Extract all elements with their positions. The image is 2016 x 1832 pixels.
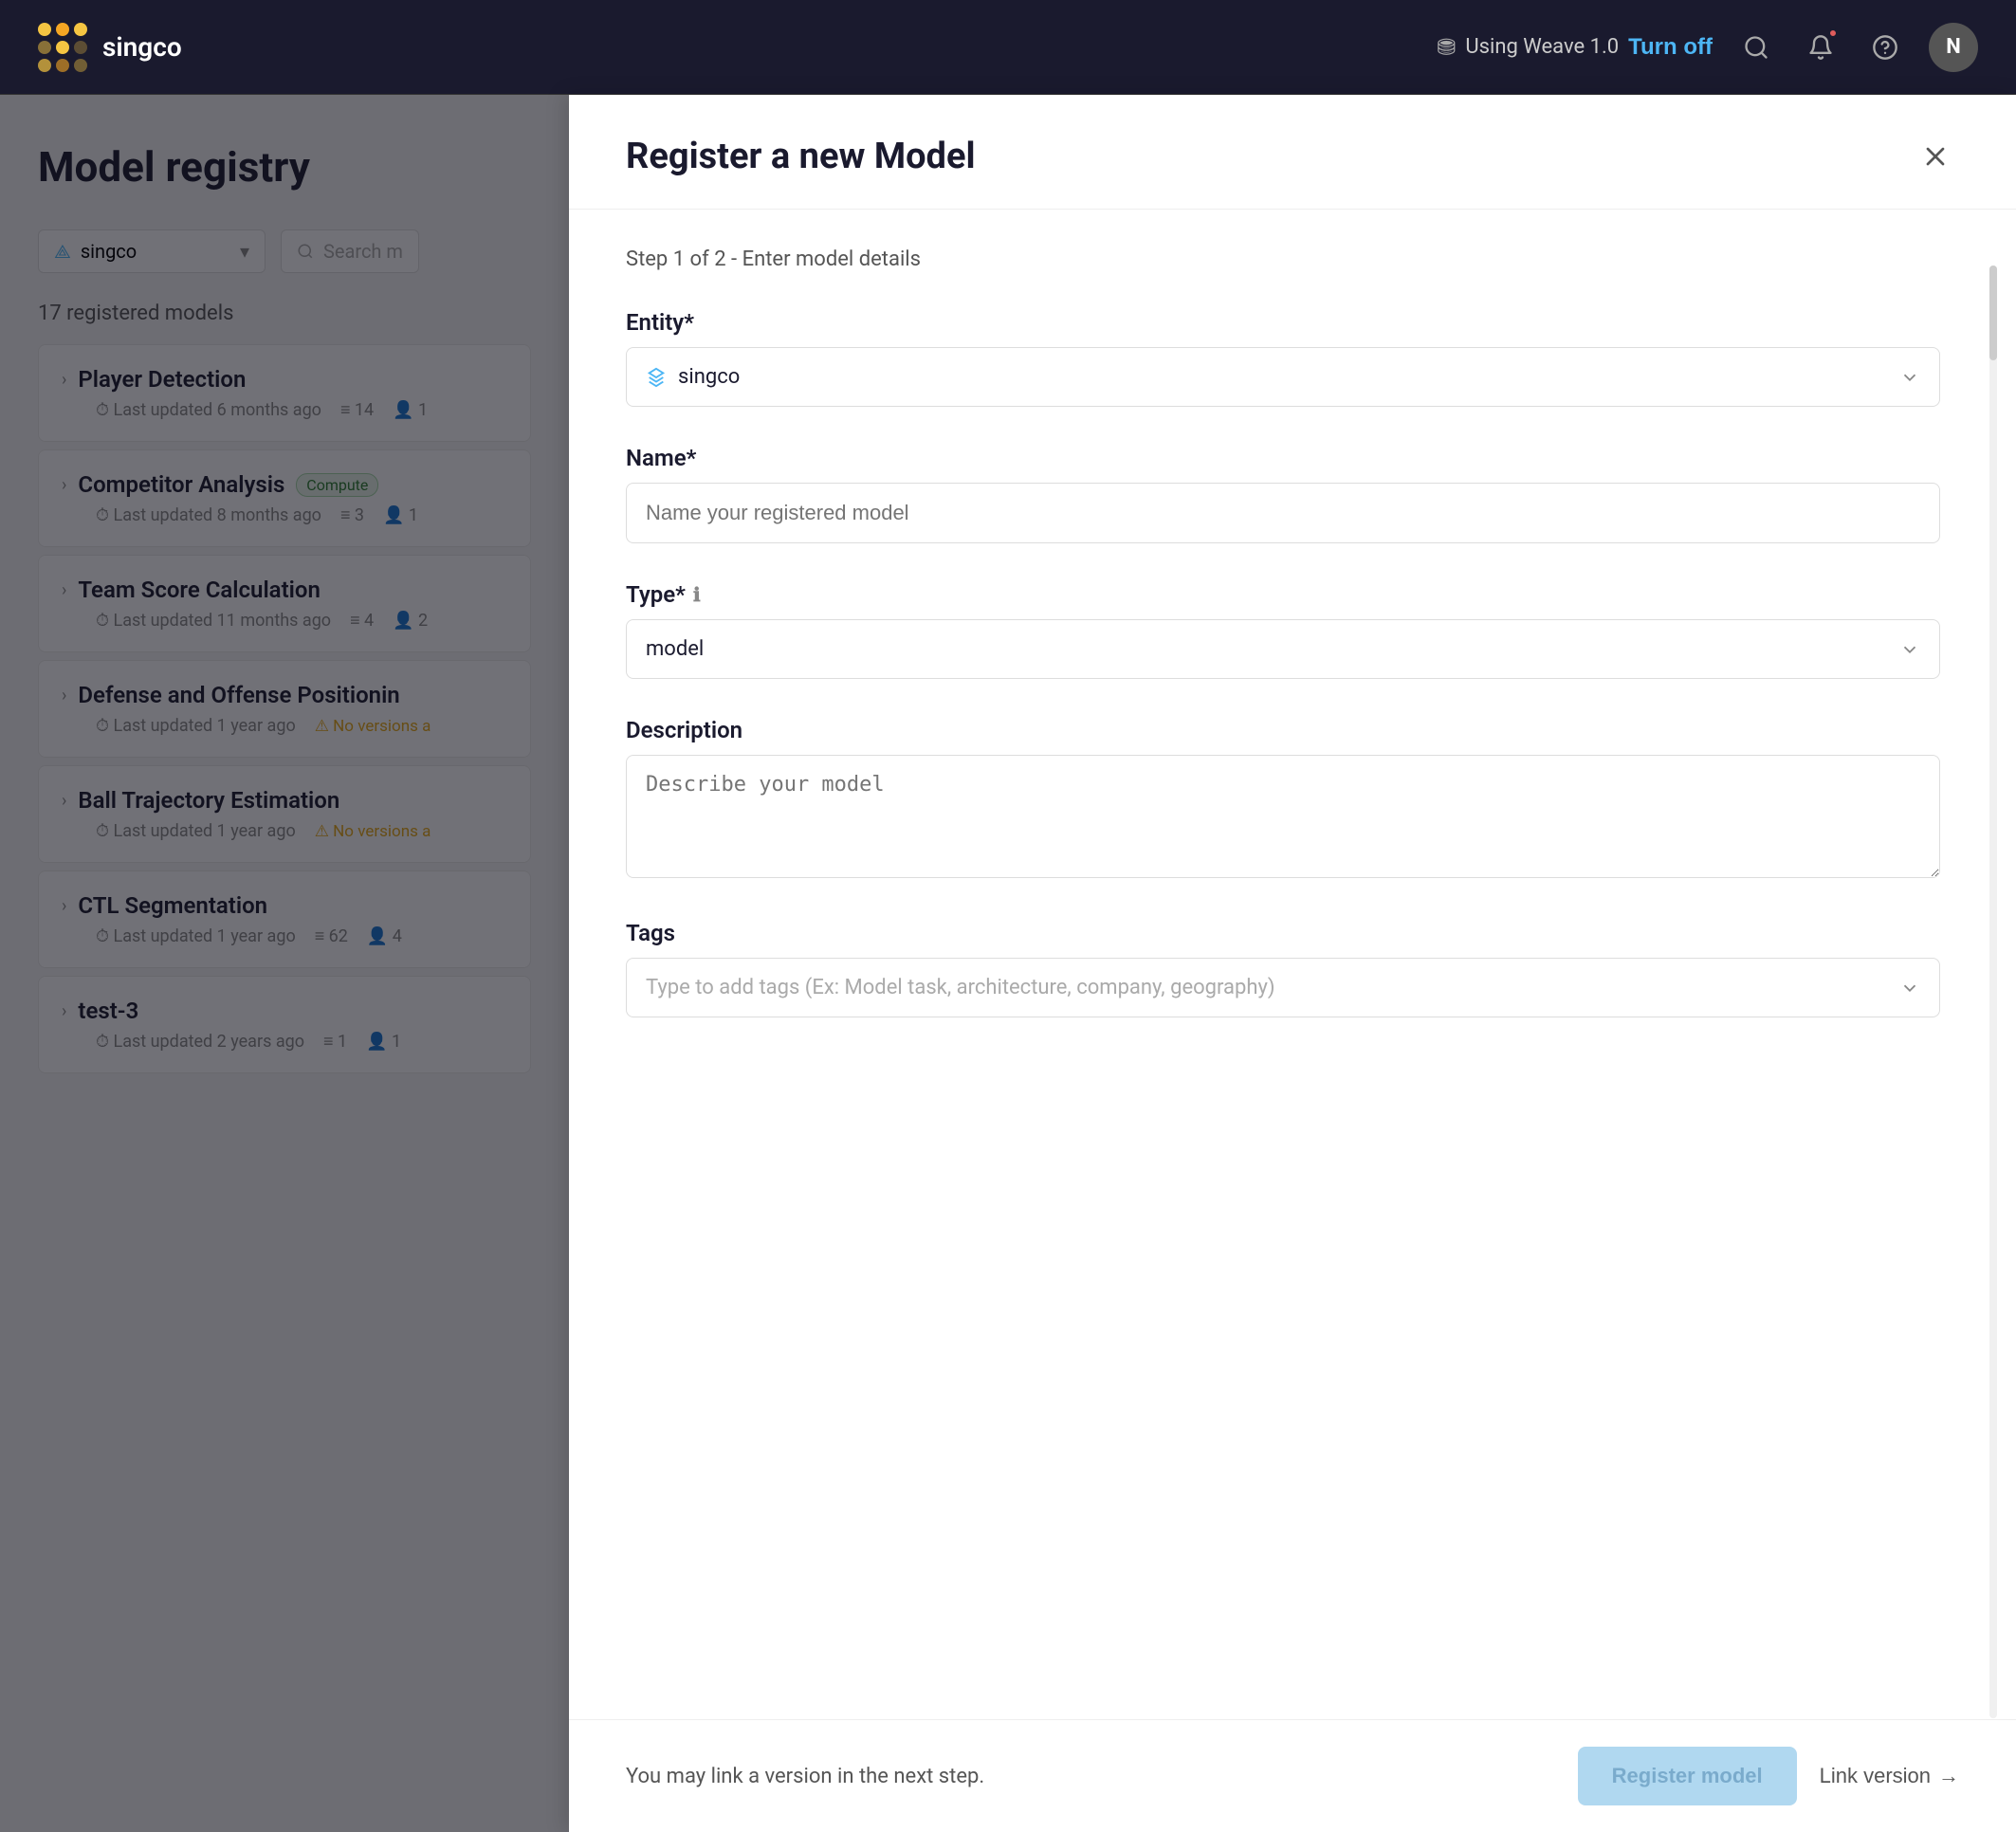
entity-selected-value: singco: [646, 365, 740, 389]
arrow-right-icon: →: [1938, 1764, 1959, 1788]
tags-input-dropdown[interactable]: Type to add tags (Ex: Model task, archit…: [626, 958, 1940, 1017]
modal-footer: You may link a version in the next step.…: [569, 1719, 2016, 1832]
type-select-dropdown[interactable]: model: [626, 619, 1940, 679]
type-form-group: Type* ℹ model: [626, 581, 1940, 679]
tags-placeholder-text: Type to add tags (Ex: Model task, archit…: [646, 976, 1275, 999]
register-model-modal: Register a new Model Step 1 of 2 - Enter…: [569, 95, 2016, 1832]
chevron-down-icon: [1899, 367, 1920, 388]
type-info-icon[interactable]: ℹ: [693, 583, 701, 606]
search-icon: [1743, 34, 1769, 61]
help-icon: [1872, 34, 1898, 61]
logo-icon: [38, 23, 87, 72]
logo-area: singco: [38, 23, 1418, 72]
chevron-down-icon: [1899, 978, 1920, 998]
chevron-down-icon: [1899, 639, 1920, 660]
close-icon: [1920, 141, 1951, 172]
scrollbar-thumb[interactable]: [1989, 266, 1997, 360]
tags-label: Tags: [626, 920, 1940, 946]
type-value-text: model: [646, 637, 704, 661]
tags-form-group: Tags Type to add tags (Ex: Model task, a…: [626, 920, 1940, 1017]
entity-select-dropdown[interactable]: singco: [626, 347, 1940, 407]
name-label: Name*: [626, 445, 1940, 471]
register-model-button[interactable]: Register model: [1578, 1747, 1797, 1805]
bell-icon: [1807, 34, 1834, 61]
entity-form-group: Entity* singco: [626, 309, 1940, 407]
weave-layers-icon: ⛃: [1437, 34, 1456, 61]
description-textarea[interactable]: [626, 755, 1940, 878]
description-label: Description: [626, 717, 1940, 743]
app-name: singco: [102, 31, 182, 63]
modal-header: Register a new Model: [569, 95, 2016, 210]
help-button[interactable]: [1864, 27, 1906, 68]
search-button[interactable]: [1735, 27, 1777, 68]
type-label: Type* ℹ: [626, 581, 1940, 608]
notification-dot: [1828, 28, 1838, 38]
user-avatar[interactable]: N: [1929, 23, 1978, 72]
name-input[interactable]: [626, 483, 1940, 543]
step-label: Step 1 of 2 - Enter model details: [626, 247, 1940, 271]
footer-actions: Register model Link version →: [1578, 1747, 1959, 1805]
notifications-wrapper: [1800, 27, 1842, 68]
topnav: singco ⛃ Using Weave 1.0 Turn off N: [0, 0, 2016, 95]
weave-label: Using Weave 1.0: [1465, 35, 1619, 59]
modal-title: Register a new Model: [626, 136, 976, 177]
main-area: Model registry ⟁ singco ▾ Search m 17 re…: [0, 95, 2016, 1832]
entity-value-text: singco: [678, 365, 740, 389]
topnav-right: ⛃ Using Weave 1.0 Turn off N: [1437, 23, 1978, 72]
description-form-group: Description: [626, 717, 1940, 882]
modal-scroll-area: Step 1 of 2 - Enter model details Entity…: [569, 210, 2016, 1719]
link-version-button[interactable]: Link version →: [1820, 1764, 1959, 1788]
weave-badge: ⛃ Using Weave 1.0 Turn off: [1437, 34, 1713, 61]
footer-hint: You may link a version in the next step.: [626, 1765, 984, 1788]
scrollbar-track: [1989, 266, 1997, 1718]
entity-label: Entity*: [626, 309, 1940, 336]
turnoff-button[interactable]: Turn off: [1628, 34, 1713, 61]
close-modal-button[interactable]: [1912, 133, 1959, 180]
link-version-label: Link version: [1820, 1764, 1931, 1788]
name-form-group: Name*: [626, 445, 1940, 543]
entity-logo-icon: [646, 367, 667, 388]
